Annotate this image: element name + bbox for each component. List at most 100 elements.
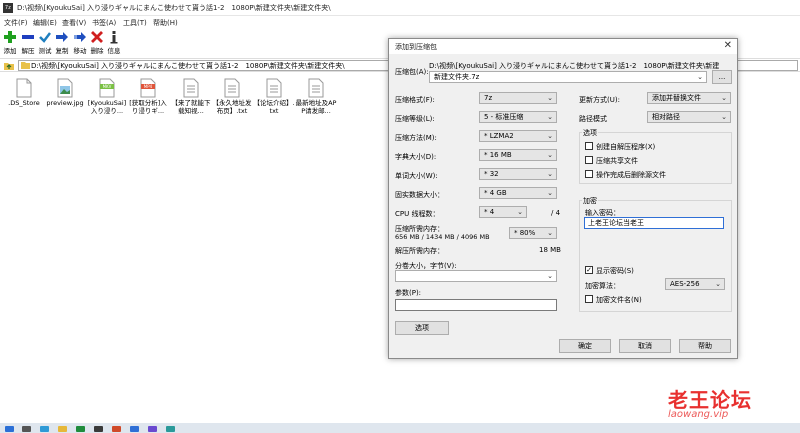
mkv-file-icon: MKV (99, 78, 115, 98)
pathmode-label: 路径模式 (579, 115, 607, 123)
address-path: D:\视频\[KyoukuSai] 入り浸りギャルにまんこ使わせて貰う話1-2 … (31, 62, 345, 70)
taskbar-app-icon[interactable] (148, 426, 157, 432)
solid-select[interactable]: * 4 GB ⌄ (479, 187, 557, 199)
sfx-checkbox[interactable] (585, 142, 593, 150)
taskbar-app-icon[interactable] (94, 426, 103, 432)
taskbar-app-icon[interactable] (76, 426, 85, 432)
password-input[interactable]: 上老王论坛当老王 (584, 217, 724, 229)
close-icon[interactable]: ✕ (724, 40, 732, 51)
file-item[interactable]: MKV [KyoukuSai] 入り浸り... (86, 78, 128, 115)
archive-label: 压缩包(A): (395, 68, 429, 76)
chevron-down-icon: ⌄ (517, 208, 523, 216)
minus-icon (22, 35, 34, 39)
taskbar-folder-icon[interactable] (58, 426, 67, 432)
format-label: 压缩格式(F): (395, 96, 435, 104)
word-value: * 32 (484, 170, 499, 178)
update-label: 更新方式(U): (579, 96, 620, 104)
chevron-down-icon: ⌄ (697, 73, 703, 81)
menu-tools[interactable]: 工具(T) (123, 18, 147, 28)
chevron-down-icon: ⌄ (715, 280, 721, 288)
copy-button[interactable]: 复制 (52, 30, 72, 56)
copy-arrow-icon (56, 32, 68, 42)
encryption-method-value: AES-256 (670, 280, 700, 288)
text-file-icon (224, 78, 240, 98)
cpu-select[interactable]: * 4 ⌄ (479, 206, 527, 218)
delete-after-label: 操作完成后删除源文件 (596, 171, 666, 179)
dict-label: 字典大小(D): (395, 153, 437, 161)
file-item[interactable]: 最新地址及APP请发邮... (295, 78, 337, 115)
blank-file-icon (16, 78, 32, 98)
file-item[interactable]: 【来了就能下载知视... (170, 78, 212, 115)
text-file-icon (266, 78, 282, 98)
update-value: 添加并替换文件 (652, 94, 701, 102)
param-input[interactable] (395, 299, 557, 311)
move-arrow-icon (74, 32, 86, 42)
show-password-checkbox[interactable]: ✓ (585, 266, 593, 274)
cpu-label: CPU 线程数： (395, 210, 440, 218)
info-icon (110, 31, 118, 44)
archive-name-combo[interactable]: 新建文件夹.7z ⌄ (429, 71, 707, 83)
format-select[interactable]: 7z ⌄ (479, 92, 557, 104)
shared-checkbox[interactable] (585, 156, 593, 164)
file-name: [KyoukuSai] 入り浸り... (87, 99, 127, 115)
help-button[interactable]: 帮助 (679, 339, 731, 353)
level-label: 压缩等级(L): (395, 115, 435, 123)
dict-value: * 16 MB (484, 151, 512, 159)
cpu-total: / 4 (551, 209, 561, 217)
menu-edit[interactable]: 编辑(E) (33, 18, 57, 28)
start-icon[interactable] (5, 426, 14, 432)
update-select[interactable]: 添加并替换文件 ⌄ (647, 92, 731, 104)
encryption-method-label: 加密算法： (585, 282, 620, 290)
dict-select[interactable]: * 16 MB ⌄ (479, 149, 557, 161)
cpu-value: * 4 (484, 208, 495, 216)
unmem-value: 18 MB (539, 246, 561, 254)
file-item[interactable]: 【永久地址发布页】.txt (211, 78, 253, 115)
taskbar-app-icon[interactable] (112, 426, 121, 432)
show-password-label: 显示密码(S) (596, 267, 634, 275)
options-button[interactable]: 选项 (395, 321, 449, 335)
options-group-title: 选项 (582, 128, 598, 138)
ok-button[interactable]: 确定 (559, 339, 611, 353)
add-label: 添加 (3, 47, 17, 55)
taskbar-app-icon[interactable] (166, 426, 175, 432)
menu-view[interactable]: 查看(V) (62, 18, 86, 28)
split-size-combo[interactable]: ⌄ (395, 270, 557, 282)
delete-x-icon (91, 31, 103, 43)
pathmode-select[interactable]: 相对路径 ⌄ (647, 111, 731, 123)
word-select[interactable]: * 32 ⌄ (479, 168, 557, 180)
method-label: 压缩方法(M): (395, 134, 437, 142)
archive-name: 新建文件夹.7z (434, 73, 480, 81)
search-icon[interactable] (22, 426, 31, 432)
file-name: 【来了就能下载知视... (171, 99, 211, 115)
menu-bookmarks[interactable]: 书签(A) (92, 18, 116, 28)
mp4-badge: MP4 (144, 84, 153, 89)
method-select[interactable]: * LZMA2 ⌄ (479, 130, 557, 142)
file-name: preview.jpg (46, 99, 84, 107)
window-title: D:\视频\[KyoukuSai] 入り浸りギャルにまんこ使わせて貰う話1-2 … (17, 4, 331, 12)
folder-up-icon[interactable] (3, 60, 15, 71)
text-file-icon (308, 78, 324, 98)
encryption-method-select[interactable]: AES-256 ⌄ (665, 278, 725, 290)
add-button[interactable]: 添加 (0, 30, 20, 56)
menu-file[interactable]: 文件(F) (4, 18, 28, 28)
file-item[interactable]: MP4 [获取分析]入り浸りギ... (127, 78, 169, 115)
text-file-icon (183, 78, 199, 98)
mkv-badge: MKV (103, 84, 112, 89)
copy-label: 复制 (55, 47, 69, 55)
solid-value: * 4 GB (484, 189, 507, 197)
mem-percent-select[interactable]: * 80% ⌄ (509, 227, 557, 239)
file-item[interactable]: 【论坛介绍】.txt (253, 78, 295, 115)
solid-label: 固实数据大小： (395, 191, 444, 199)
delete-after-checkbox[interactable] (585, 170, 593, 178)
file-item[interactable]: preview.jpg (44, 78, 86, 107)
level-select[interactable]: 5 - 标准压缩 ⌄ (479, 111, 557, 123)
taskbar-app-icon[interactable] (40, 426, 49, 432)
menu-help[interactable]: 帮助(H) (153, 18, 178, 28)
chevron-down-icon: ⌄ (547, 272, 553, 280)
encrypt-names-checkbox[interactable] (585, 295, 593, 303)
cancel-button[interactable]: 取消 (619, 339, 671, 353)
info-button[interactable]: 信息 (104, 30, 124, 56)
taskbar-app-icon[interactable] (130, 426, 139, 432)
file-item[interactable]: .DS_Store (3, 78, 45, 107)
browse-button[interactable]: ... (712, 70, 732, 84)
